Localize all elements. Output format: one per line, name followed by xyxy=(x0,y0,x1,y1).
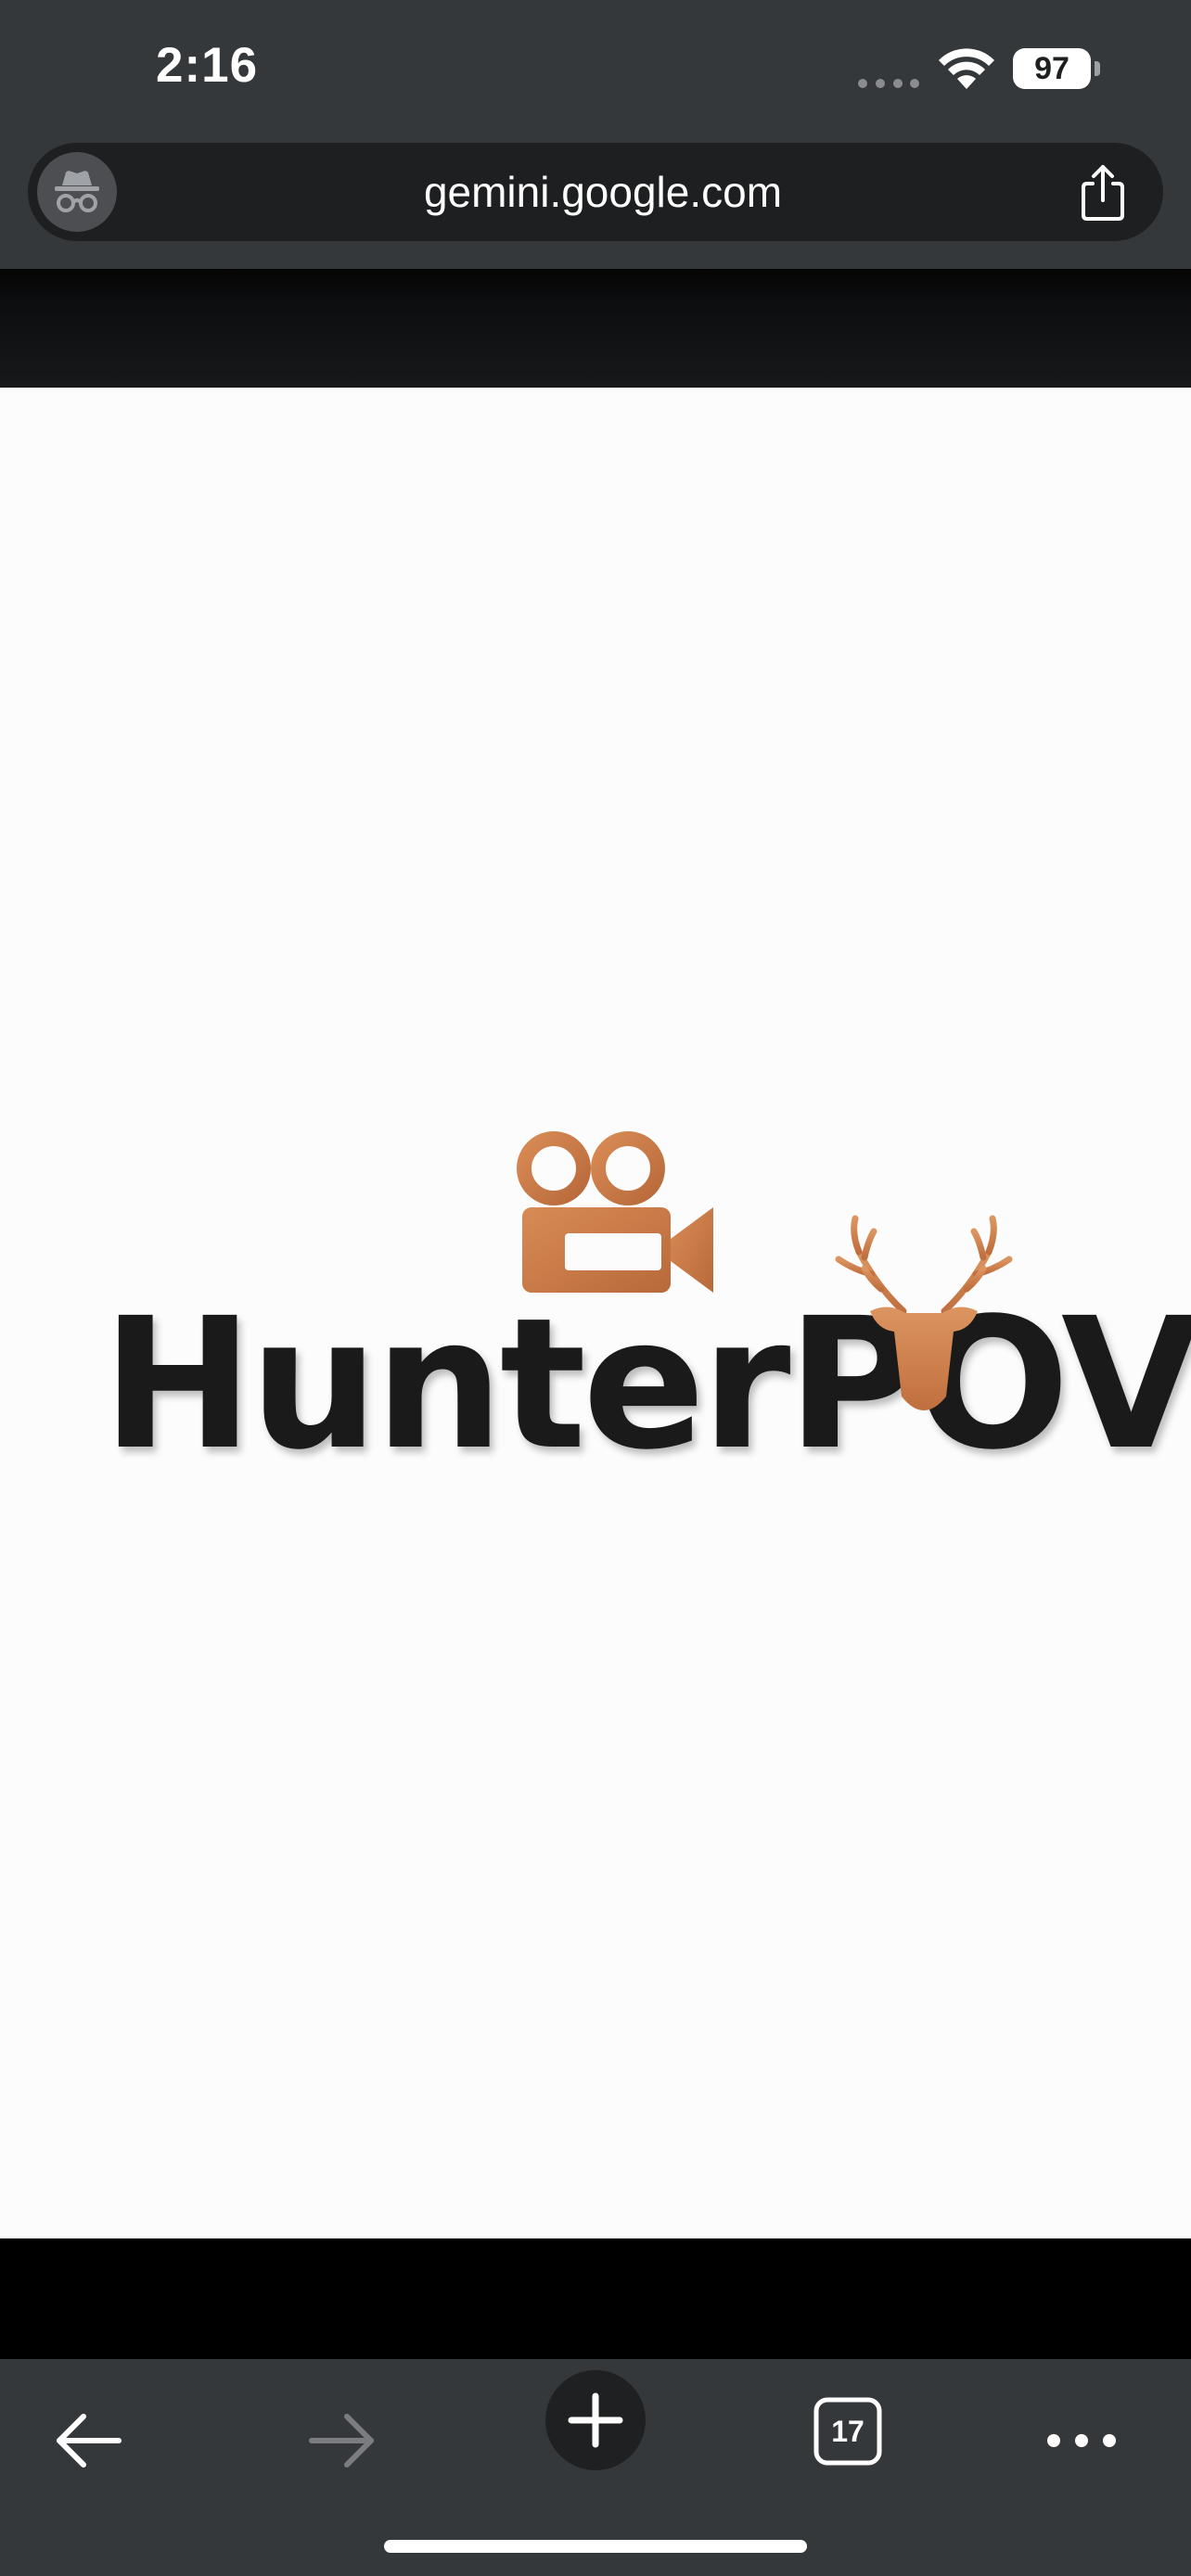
forward-button[interactable] xyxy=(286,2379,397,2491)
plus-icon xyxy=(568,2392,623,2448)
forward-arrow-icon xyxy=(309,2414,374,2468)
more-menu-button[interactable] xyxy=(1026,2379,1137,2491)
logo-image: HunterPOV xyxy=(0,388,1191,2238)
bottom-toolbar: 17 xyxy=(0,2359,1191,2576)
tab-switcher-button[interactable]: 17 xyxy=(792,2379,903,2491)
deer-head-icon xyxy=(835,1215,1013,1410)
tab-count: 17 xyxy=(831,2415,864,2448)
video-camera-icon xyxy=(517,1131,713,1293)
top-chrome: 2:16 97 gemini.google.com xyxy=(0,0,1191,269)
browser-screen: 2:16 97 gemini.google.com HunterPOV 17 xyxy=(0,0,1191,2576)
back-arrow-icon xyxy=(57,2414,122,2468)
address-bar[interactable]: gemini.google.com xyxy=(28,143,1163,241)
page-top-strip xyxy=(0,269,1191,388)
home-indicator[interactable] xyxy=(384,2540,807,2553)
share-button[interactable] xyxy=(1070,159,1135,224)
share-icon xyxy=(1082,165,1124,221)
battery-indicator: 97 xyxy=(1013,48,1102,91)
incognito-icon xyxy=(55,171,99,212)
new-tab-button[interactable] xyxy=(545,2370,646,2470)
battery-level: 97 xyxy=(1034,51,1069,86)
page-bottom-strip xyxy=(0,2238,1191,2359)
incognito-button[interactable] xyxy=(37,152,117,232)
cellular-signal-icon xyxy=(858,79,919,88)
url-text[interactable]: gemini.google.com xyxy=(139,143,1067,241)
more-dots-icon xyxy=(1047,2434,1116,2447)
battery-tip xyxy=(1095,61,1100,76)
wifi-icon xyxy=(939,48,994,89)
status-time: 2:16 xyxy=(156,38,259,93)
back-button[interactable] xyxy=(33,2379,145,2491)
